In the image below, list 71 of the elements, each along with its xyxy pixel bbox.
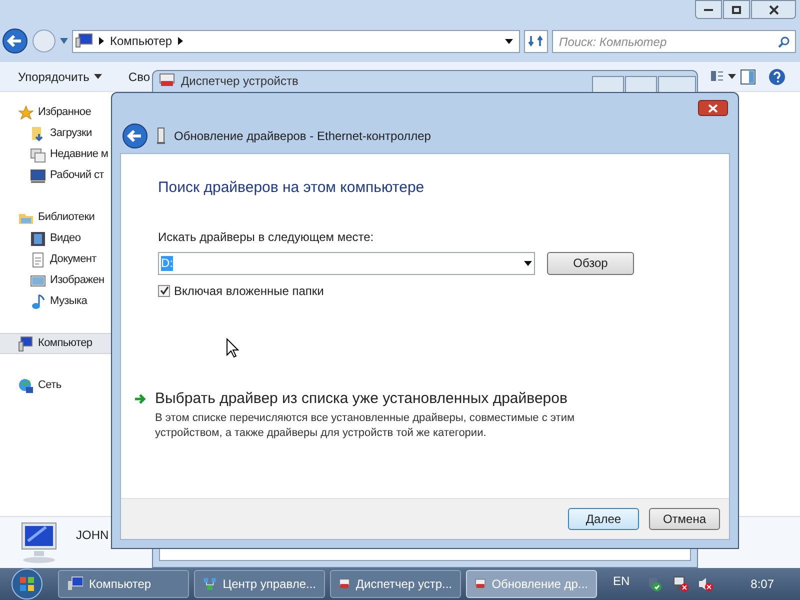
- close-icon: [708, 104, 718, 112]
- nav-item[interactable]: Сеть: [0, 375, 130, 396]
- computer-icon: [75, 33, 93, 49]
- taskbar-button[interactable]: Компьютер: [58, 570, 189, 598]
- nav-item[interactable]: Недавние м: [0, 144, 130, 165]
- browse-button[interactable]: Обзор: [547, 252, 634, 274]
- network-icon: [18, 378, 34, 394]
- preview-pane-icon[interactable]: [740, 69, 756, 85]
- nav-item[interactable]: Видео: [0, 228, 130, 249]
- network-center-icon: [203, 576, 217, 592]
- desktop-icon: [30, 168, 46, 184]
- option-description: В этом списке перечисляются все установленные драйверы, совместимые с этим устройством, а также драйверы для устройств той же категории.: [155, 411, 576, 441]
- nav-item[interactable]: Документ: [0, 249, 130, 270]
- arrow-icon: [134, 392, 147, 404]
- recent-places-icon: [30, 146, 46, 162]
- mouse-pointer-icon: [226, 338, 239, 358]
- help-icon[interactable]: [768, 68, 786, 86]
- maximize-button[interactable]: [723, 0, 750, 19]
- network-adapter-icon: [156, 127, 166, 145]
- minimize-button[interactable]: [592, 76, 624, 93]
- caret-icon: [94, 74, 102, 79]
- image-icon: [30, 272, 46, 288]
- music-icon: [30, 294, 46, 310]
- minimize-button[interactable]: [695, 0, 722, 19]
- toolbar-button[interactable]: Упорядочить: [18, 68, 102, 86]
- computer-icon: [18, 336, 34, 352]
- dropdown-arrow-icon[interactable]: [728, 74, 736, 78]
- search-field[interactable]: Поиск: Компьютер: [552, 30, 796, 53]
- refresh-icon: [528, 34, 544, 48]
- breadcrumb[interactable]: Компьютер: [110, 32, 172, 50]
- close-button[interactable]: [751, 0, 796, 19]
- speaker-muted-icon[interactable]: [696, 576, 713, 592]
- nav-item[interactable]: Музыка: [0, 291, 130, 312]
- nav-item[interactable]: Рабочий ст: [0, 165, 130, 186]
- close-button[interactable]: [658, 76, 696, 93]
- window-title: Диспетчер устройств: [181, 73, 298, 87]
- nav-item[interactable]: Загрузки: [0, 123, 130, 144]
- dialog-button[interactable]: Отмена: [649, 508, 720, 530]
- nav-item[interactable]: Избранное: [0, 102, 130, 123]
- address-bar[interactable]: Компьютер: [72, 30, 520, 52]
- network-icon[interactable]: [672, 576, 689, 592]
- clock[interactable]: 8:07: [750, 575, 774, 593]
- view-icon[interactable]: [710, 69, 724, 83]
- taskbar-button[interactable]: Диспетчер устр...: [330, 570, 461, 598]
- close-button[interactable]: [698, 100, 728, 116]
- computer-name: JOHN: [76, 526, 109, 544]
- close-icon: [768, 4, 778, 14]
- breadcrumb-arrow-icon[interactable]: [99, 37, 104, 45]
- toolbar-button[interactable]: Сво: [128, 68, 150, 86]
- location-label: Искать драйверы в следующем месте:: [158, 228, 375, 246]
- option-link[interactable]: Выбрать драйвер из списка уже установленных драйверов: [155, 388, 595, 410]
- dialog-title: Обновление драйверов - Ethernet-контроллер: [174, 128, 431, 145]
- page-heading: Поиск драйверов на этом компьютере: [158, 178, 426, 198]
- video-icon: [30, 230, 46, 246]
- maximize-button[interactable]: [625, 76, 657, 93]
- back-icon[interactable]: [122, 123, 148, 149]
- checkbox-label: Включая вложенные папки: [174, 282, 324, 300]
- computer-icon: [67, 576, 83, 592]
- nav-item[interactable]: Библиотеки: [0, 207, 130, 228]
- device-manager-icon: [159, 73, 175, 87]
- checkbox[interactable]: [158, 284, 170, 296]
- refresh-button[interactable]: [524, 30, 548, 52]
- dialog-button[interactable]: Далее: [568, 508, 639, 530]
- search-icon[interactable]: [778, 36, 790, 48]
- nav-item[interactable]: Изображен: [0, 270, 130, 291]
- back-icon[interactable]: [2, 28, 28, 54]
- star-icon: [18, 104, 34, 120]
- taskbar-button[interactable]: Центр управле...: [194, 570, 325, 598]
- document-icon: [30, 252, 46, 268]
- breadcrumb-arrow-icon[interactable]: [178, 37, 184, 45]
- language-indicator[interactable]: EN: [613, 572, 630, 590]
